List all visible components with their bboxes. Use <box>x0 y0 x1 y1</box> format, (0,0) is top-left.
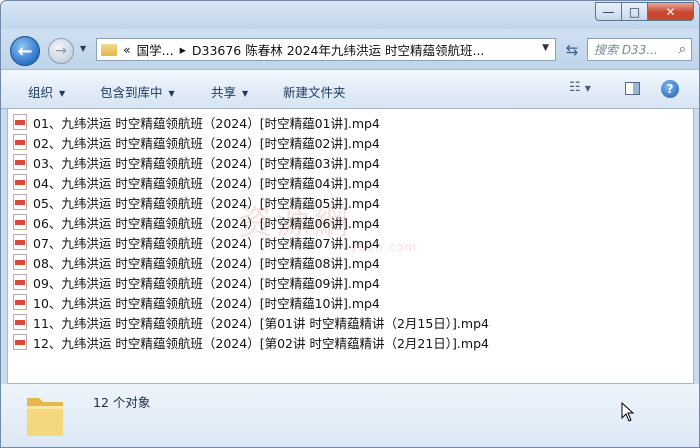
address-bar[interactable]: « 国学... ▸ D33676 陈春林 2024年九纬洪运 时空精蕴领航班..… <box>96 38 556 61</box>
back-button[interactable]: ← <box>10 36 40 66</box>
history-dropdown[interactable]: ▼ <box>80 44 86 53</box>
folder-icon <box>101 43 117 56</box>
search-box[interactable]: 搜索 D33... ⌕ <box>587 38 692 61</box>
search-icon[interactable]: ⌕ <box>679 42 686 57</box>
minimize-button[interactable]: — <box>595 2 622 21</box>
file-item[interactable]: 07、九纬洪运 时空精蕴领航班（2024）[时空精蕴07讲].mp4 <box>13 232 380 252</box>
file-name: 07、九纬洪运 时空精蕴领航班（2024）[时空精蕴07讲].mp4 <box>33 235 380 251</box>
file-name: 12、九纬洪运 时空精蕴领航班（2024）[第02讲 时空精蕴精讲（2月21日）… <box>33 335 489 351</box>
file-item[interactable]: 05、九纬洪运 时空精蕴领航班（2024）[时空精蕴05讲].mp4 <box>13 192 380 212</box>
breadcrumb-overflow[interactable]: « <box>123 42 131 57</box>
chevron-down-icon: ▼ <box>584 84 591 93</box>
video-file-icon <box>13 294 27 310</box>
video-file-icon <box>13 134 27 150</box>
arrow-left-icon: ← <box>17 40 33 62</box>
address-dropdown-icon[interactable]: ▼ <box>542 43 549 53</box>
item-count: 12 个对象 <box>93 395 151 410</box>
file-list[interactable]: 资源網 iyuan.com 01、九纬洪运 时空精蕴领航班（2024）[时空精蕴0… <box>7 108 694 384</box>
file-name: 08、九纬洪运 时空精蕴领航班（2024）[时空精蕴08讲].mp4 <box>33 255 380 271</box>
file-name: 05、九纬洪运 时空精蕴领航班（2024）[时空精蕴05讲].mp4 <box>33 195 380 211</box>
title-bar[interactable]: — □ ✕ <box>1 1 699 29</box>
share-label: 共享 <box>211 85 237 100</box>
video-file-icon <box>13 174 27 190</box>
include-in-library-label: 包含到库中 <box>100 85 163 100</box>
chevron-down-icon: ▼ <box>168 89 175 98</box>
organize-label: 组织 <box>28 85 54 100</box>
explorer-window: — □ ✕ ← → ▼ « 国学... ▸ D33676 陈春林 2024年九纬… <box>0 0 700 448</box>
organize-menu[interactable]: 组织 ▼ <box>28 82 65 101</box>
mouse-cursor-icon <box>621 402 635 422</box>
video-file-icon <box>13 214 27 230</box>
search-input[interactable]: 搜索 D33... <box>594 41 658 58</box>
file-name: 09、九纬洪运 时空精蕴领航班（2024）[时空精蕴09讲].mp4 <box>33 275 380 291</box>
view-options-button[interactable]: ☷ ▼ <box>569 80 591 95</box>
forward-button[interactable]: → <box>48 38 74 64</box>
breadcrumb-item-guoxue[interactable]: 国学... <box>137 40 174 59</box>
video-file-icon <box>13 114 27 130</box>
navigation-bar: ← → ▼ « 国学... ▸ D33676 陈春林 2024年九纬洪运 时空精… <box>1 29 699 69</box>
preview-pane-icon[interactable] <box>625 82 640 95</box>
file-item[interactable]: 06、九纬洪运 时空精蕴领航班（2024）[时空精蕴06讲].mp4 <box>13 212 380 232</box>
video-file-icon <box>13 334 27 350</box>
maximize-button[interactable]: □ <box>622 2 648 21</box>
chevron-down-icon: ▼ <box>242 89 249 98</box>
video-file-icon <box>13 254 27 270</box>
file-item[interactable]: 08、九纬洪运 时空精蕴领航班（2024）[时空精蕴08讲].mp4 <box>13 252 380 272</box>
video-file-icon <box>13 194 27 210</box>
file-item[interactable]: 10、九纬洪运 时空精蕴领航班（2024）[时空精蕴10讲].mp4 <box>13 292 380 312</box>
include-in-library-menu[interactable]: 包含到库中 ▼ <box>100 82 175 101</box>
file-name: 11、九纬洪运 时空精蕴领航班（2024）[第01讲 时空精蕴精讲（2月15日）… <box>33 315 489 331</box>
window-controls: — □ ✕ <box>595 2 694 21</box>
file-name: 06、九纬洪运 时空精蕴领航班（2024）[时空精蕴06讲].mp4 <box>33 215 380 231</box>
file-item[interactable]: 03、九纬洪运 时空精蕴领航班（2024）[时空精蕴03讲].mp4 <box>13 152 380 172</box>
breadcrumb-item-current[interactable]: D33676 陈春林 2024年九纬洪运 时空精蕴领航班... <box>192 40 485 59</box>
refresh-button[interactable]: ⇆ <box>561 38 583 61</box>
chevron-down-icon: ▼ <box>59 89 66 98</box>
file-item[interactable]: 02、九纬洪运 时空精蕴领航班（2024）[时空精蕴02讲].mp4 <box>13 132 380 152</box>
chevron-down-icon: ▼ <box>80 44 87 53</box>
file-name: 02、九纬洪运 时空精蕴领航班（2024）[时空精蕴02讲].mp4 <box>33 135 380 151</box>
file-item[interactable]: 09、九纬洪运 时空精蕴领航班（2024）[时空精蕴09讲].mp4 <box>13 272 380 292</box>
close-button[interactable]: ✕ <box>648 2 694 21</box>
help-icon[interactable]: ? <box>661 80 679 98</box>
file-name: 10、九纬洪运 时空精蕴领航班（2024）[时空精蕴10讲].mp4 <box>33 295 380 311</box>
view-list-icon: ☷ <box>569 80 581 95</box>
file-name: 04、九纬洪运 时空精蕴领航班（2024）[时空精蕴04讲].mp4 <box>33 175 380 191</box>
command-bar: 组织 ▼ 包含到库中 ▼ 共享 ▼ 新建文件夹 ☷ ▼ ? <box>1 69 699 109</box>
video-file-icon <box>13 314 27 330</box>
share-menu[interactable]: 共享 ▼ <box>211 82 248 101</box>
refresh-icon: ⇆ <box>565 40 579 59</box>
file-item[interactable]: 01、九纬洪运 时空精蕴领航班（2024）[时空精蕴01讲].mp4 <box>13 112 380 132</box>
file-item[interactable]: 04、九纬洪运 时空精蕴领航班（2024）[时空精蕴04讲].mp4 <box>13 172 380 192</box>
folder-icon <box>27 398 63 436</box>
arrow-right-icon: → <box>55 43 67 59</box>
video-file-icon <box>13 234 27 250</box>
video-file-icon <box>13 154 27 170</box>
file-item[interactable]: 12、九纬洪运 时空精蕴领航班（2024）[第02讲 时空精蕴精讲（2月21日）… <box>13 332 489 352</box>
file-name: 03、九纬洪运 时空精蕴领航班（2024）[时空精蕴03讲].mp4 <box>33 155 380 171</box>
file-name: 01、九纬洪运 时空精蕴领航班（2024）[时空精蕴01讲].mp4 <box>33 115 380 131</box>
new-folder-button[interactable]: 新建文件夹 <box>283 82 346 101</box>
breadcrumb-separator[interactable]: ▸ <box>180 42 186 57</box>
video-file-icon <box>13 274 27 290</box>
details-pane: 12 个对象 <box>1 384 699 447</box>
file-item[interactable]: 11、九纬洪运 时空精蕴领航班（2024）[第01讲 时空精蕴精讲（2月15日）… <box>13 312 489 332</box>
